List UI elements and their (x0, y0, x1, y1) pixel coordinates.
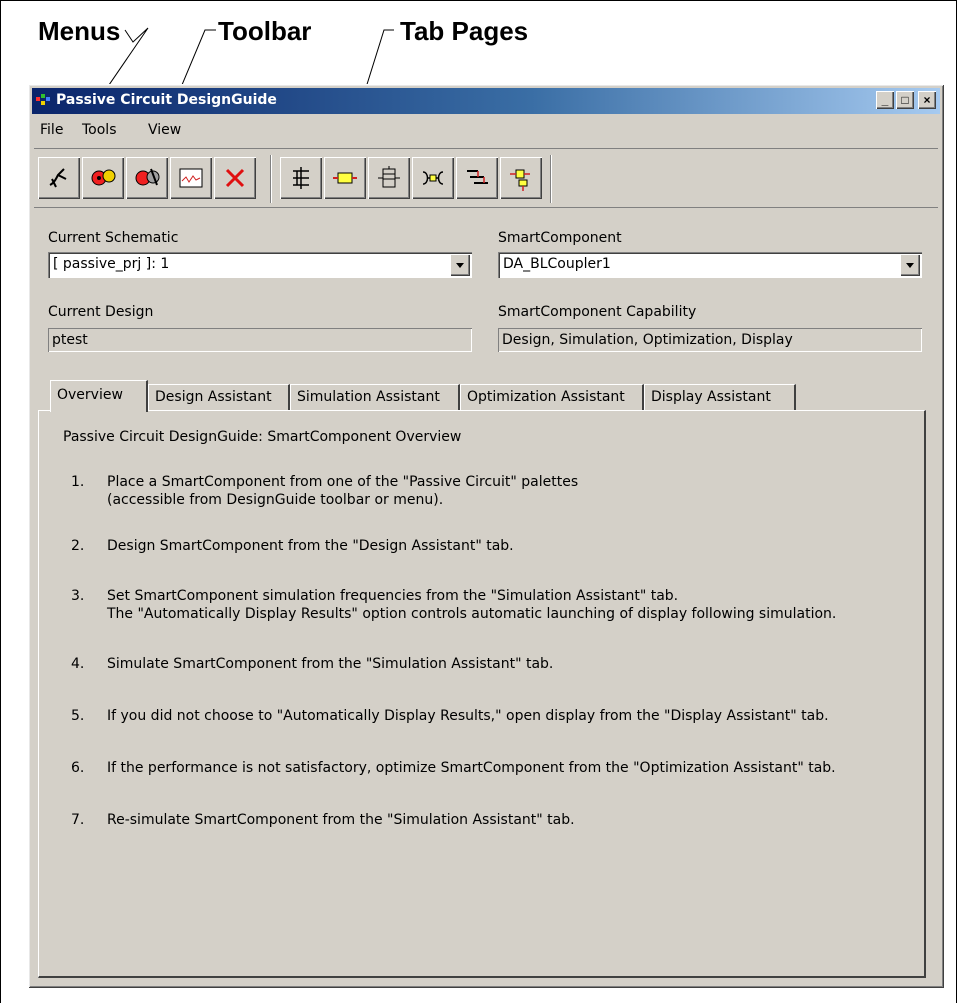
overview-heading: Passive Circuit DesignGuide: SmartCompon… (63, 429, 462, 445)
step-number: 2. (71, 538, 85, 554)
figure-frame-top (0, 0, 957, 1)
coupler-button[interactable] (412, 157, 454, 199)
optimize-gear-icon (135, 168, 160, 186)
step-number: 6. (71, 760, 85, 776)
title-bar[interactable]: Passive Circuit DesignGuide _ □ × (32, 88, 940, 114)
step-number: 7. (71, 812, 85, 828)
designguide-icon (49, 168, 67, 188)
menu-file[interactable]: File (40, 122, 63, 138)
overview-tab-panel: Passive Circuit DesignGuide: SmartCompon… (38, 410, 926, 978)
current-design-value: ptest (52, 332, 88, 348)
minimize-icon: _ (881, 93, 889, 107)
menu-view[interactable]: View (148, 122, 181, 138)
chevron-down-icon[interactable] (900, 254, 920, 276)
chevron-down-icon[interactable] (450, 254, 470, 276)
designguide-window: Passive Circuit DesignGuide _ □ × File T… (28, 84, 944, 988)
toolbar-separator (270, 155, 271, 203)
current-schematic-value: [ passive_prj ]: 1 (53, 256, 170, 272)
step-text: Simulate SmartComponent from the "Simula… (107, 656, 554, 672)
stub-network-button[interactable] (280, 157, 322, 199)
branch-line-icon (467, 170, 488, 184)
step-text: Set SmartComponent simulation frequencie… (107, 588, 679, 604)
capability-value: Design, Simulation, Optimization, Displa… (502, 332, 793, 348)
current-design-label: Current Design (48, 304, 154, 320)
capability-label: SmartComponent Capability (498, 304, 697, 320)
tab-simulation-assistant[interactable]: Simulation Assistant (290, 384, 460, 410)
menu-bar: File Tools View (32, 120, 940, 142)
step-text: Place a SmartComponent from one of the "… (107, 474, 579, 490)
step-text: (accessible from DesignGuide toolbar or … (107, 492, 444, 508)
optimize-button[interactable] (126, 157, 168, 199)
figure-frame-left (0, 0, 1, 1003)
step-number: 3. (71, 588, 85, 604)
toolbar (34, 148, 938, 208)
maximize-button[interactable]: □ (896, 91, 914, 109)
callout-menus: Menus (38, 16, 121, 46)
branch-line-button[interactable] (456, 157, 498, 199)
step-text: Re-simulate SmartComponent from the "Sim… (107, 812, 575, 828)
window-title: Passive Circuit DesignGuide (56, 92, 277, 108)
display-chart-icon (179, 168, 203, 188)
callout-tab-pages: Tab Pages (400, 16, 529, 46)
smartcomponent-dropdown[interactable]: DA_BLCoupler1 (498, 252, 922, 278)
maximize-icon: □ (901, 93, 909, 107)
transmission-line-button[interactable] (324, 157, 366, 199)
designguide-button[interactable] (38, 157, 80, 199)
toolbar-separator (550, 155, 551, 203)
step-text: If the performance is not satisfactory, … (107, 760, 836, 776)
component-stack-button[interactable] (368, 157, 410, 199)
tab-overview[interactable]: Overview (50, 380, 148, 412)
delete-x-icon (225, 168, 245, 188)
smartcomponent-label: SmartComponent (498, 230, 622, 246)
design-gear-icon (91, 169, 116, 186)
current-design-field: ptest (48, 328, 472, 352)
component-stack-icon (378, 166, 400, 188)
lumped-component-icon (510, 169, 530, 191)
app-icon (36, 94, 50, 105)
tab-optimization-assistant[interactable]: Optimization Assistant (460, 384, 644, 410)
callout-toolbar: Toolbar (218, 16, 312, 46)
stub-network-icon (293, 167, 309, 189)
close-icon: × (923, 93, 931, 107)
step-number: 5. (71, 708, 85, 724)
coupler-icon (422, 171, 444, 185)
step-number: 4. (71, 656, 85, 672)
step-text: The "Automatically Display Results" opti… (107, 606, 837, 622)
lumped-component-button[interactable] (500, 157, 542, 199)
current-schematic-dropdown[interactable]: [ passive_prj ]: 1 (48, 252, 472, 278)
tab-design-assistant[interactable]: Design Assistant (148, 384, 290, 410)
step-number: 1. (71, 474, 85, 490)
minimize-button[interactable]: _ (876, 91, 894, 109)
design-button[interactable] (82, 157, 124, 199)
current-schematic-label: Current Schematic (48, 230, 179, 246)
step-text: If you did not choose to "Automatically … (107, 708, 829, 724)
menu-tools[interactable]: Tools (82, 122, 117, 138)
delete-button[interactable] (214, 157, 256, 199)
smartcomponent-value: DA_BLCoupler1 (503, 256, 611, 272)
tab-display-assistant[interactable]: Display Assistant (644, 384, 796, 410)
capability-field: Design, Simulation, Optimization, Displa… (498, 328, 922, 352)
transmission-line-icon (333, 172, 357, 184)
step-text: Design SmartComponent from the "Design A… (107, 538, 514, 554)
display-button[interactable] (170, 157, 212, 199)
close-button[interactable]: × (918, 91, 936, 109)
